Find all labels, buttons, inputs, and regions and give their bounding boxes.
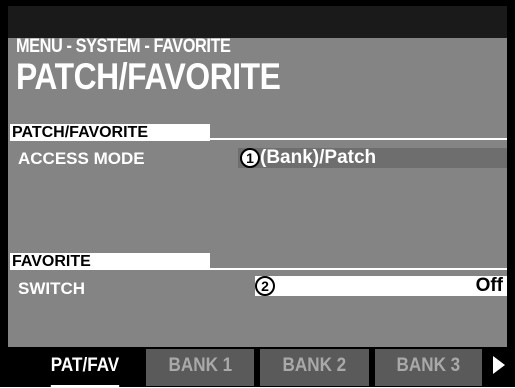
tab-label: BANK 2 [282, 355, 347, 376]
callout-marker-1: 1 [240, 148, 260, 168]
access-mode-label: ACCESS MODE [18, 149, 145, 168]
right-arrow-icon[interactable] [493, 356, 505, 374]
section-divider [210, 268, 507, 270]
tab-bank-2[interactable]: BANK 2 [260, 349, 369, 386]
tab-pat-fav[interactable]: PAT/FAV [30, 349, 140, 388]
access-mode-value-text: (Bank)/Patch [260, 147, 377, 168]
tab-bar: PAT/FAV BANK 1 BANK 2 BANK 3 [8, 347, 507, 388]
header-band [8, 6, 507, 38]
tab-bank-1[interactable]: BANK 1 [146, 349, 254, 386]
callout-marker-2: 2 [255, 276, 275, 296]
switch-label: SWITCH [18, 279, 86, 298]
tab-label: BANK 1 [168, 355, 232, 376]
section-header-patch-favorite: PATCH/FAVORITE [10, 124, 210, 141]
access-mode-value[interactable]: (Bank)/Patch [238, 148, 507, 168]
display-screen: MENU - SYSTEM - FAVORITE PATCH/FAVORITE … [0, 0, 515, 388]
section-header-favorite: FAVORITE [10, 253, 210, 270]
section-divider [210, 138, 507, 140]
tab-label: BANK 3 [396, 355, 461, 376]
tab-label: PAT/FAV [50, 349, 120, 388]
tab-bank-3[interactable]: BANK 3 [375, 349, 482, 386]
switch-value[interactable]: Off [255, 276, 507, 296]
page-title: PATCH/FAVORITE [16, 56, 281, 97]
